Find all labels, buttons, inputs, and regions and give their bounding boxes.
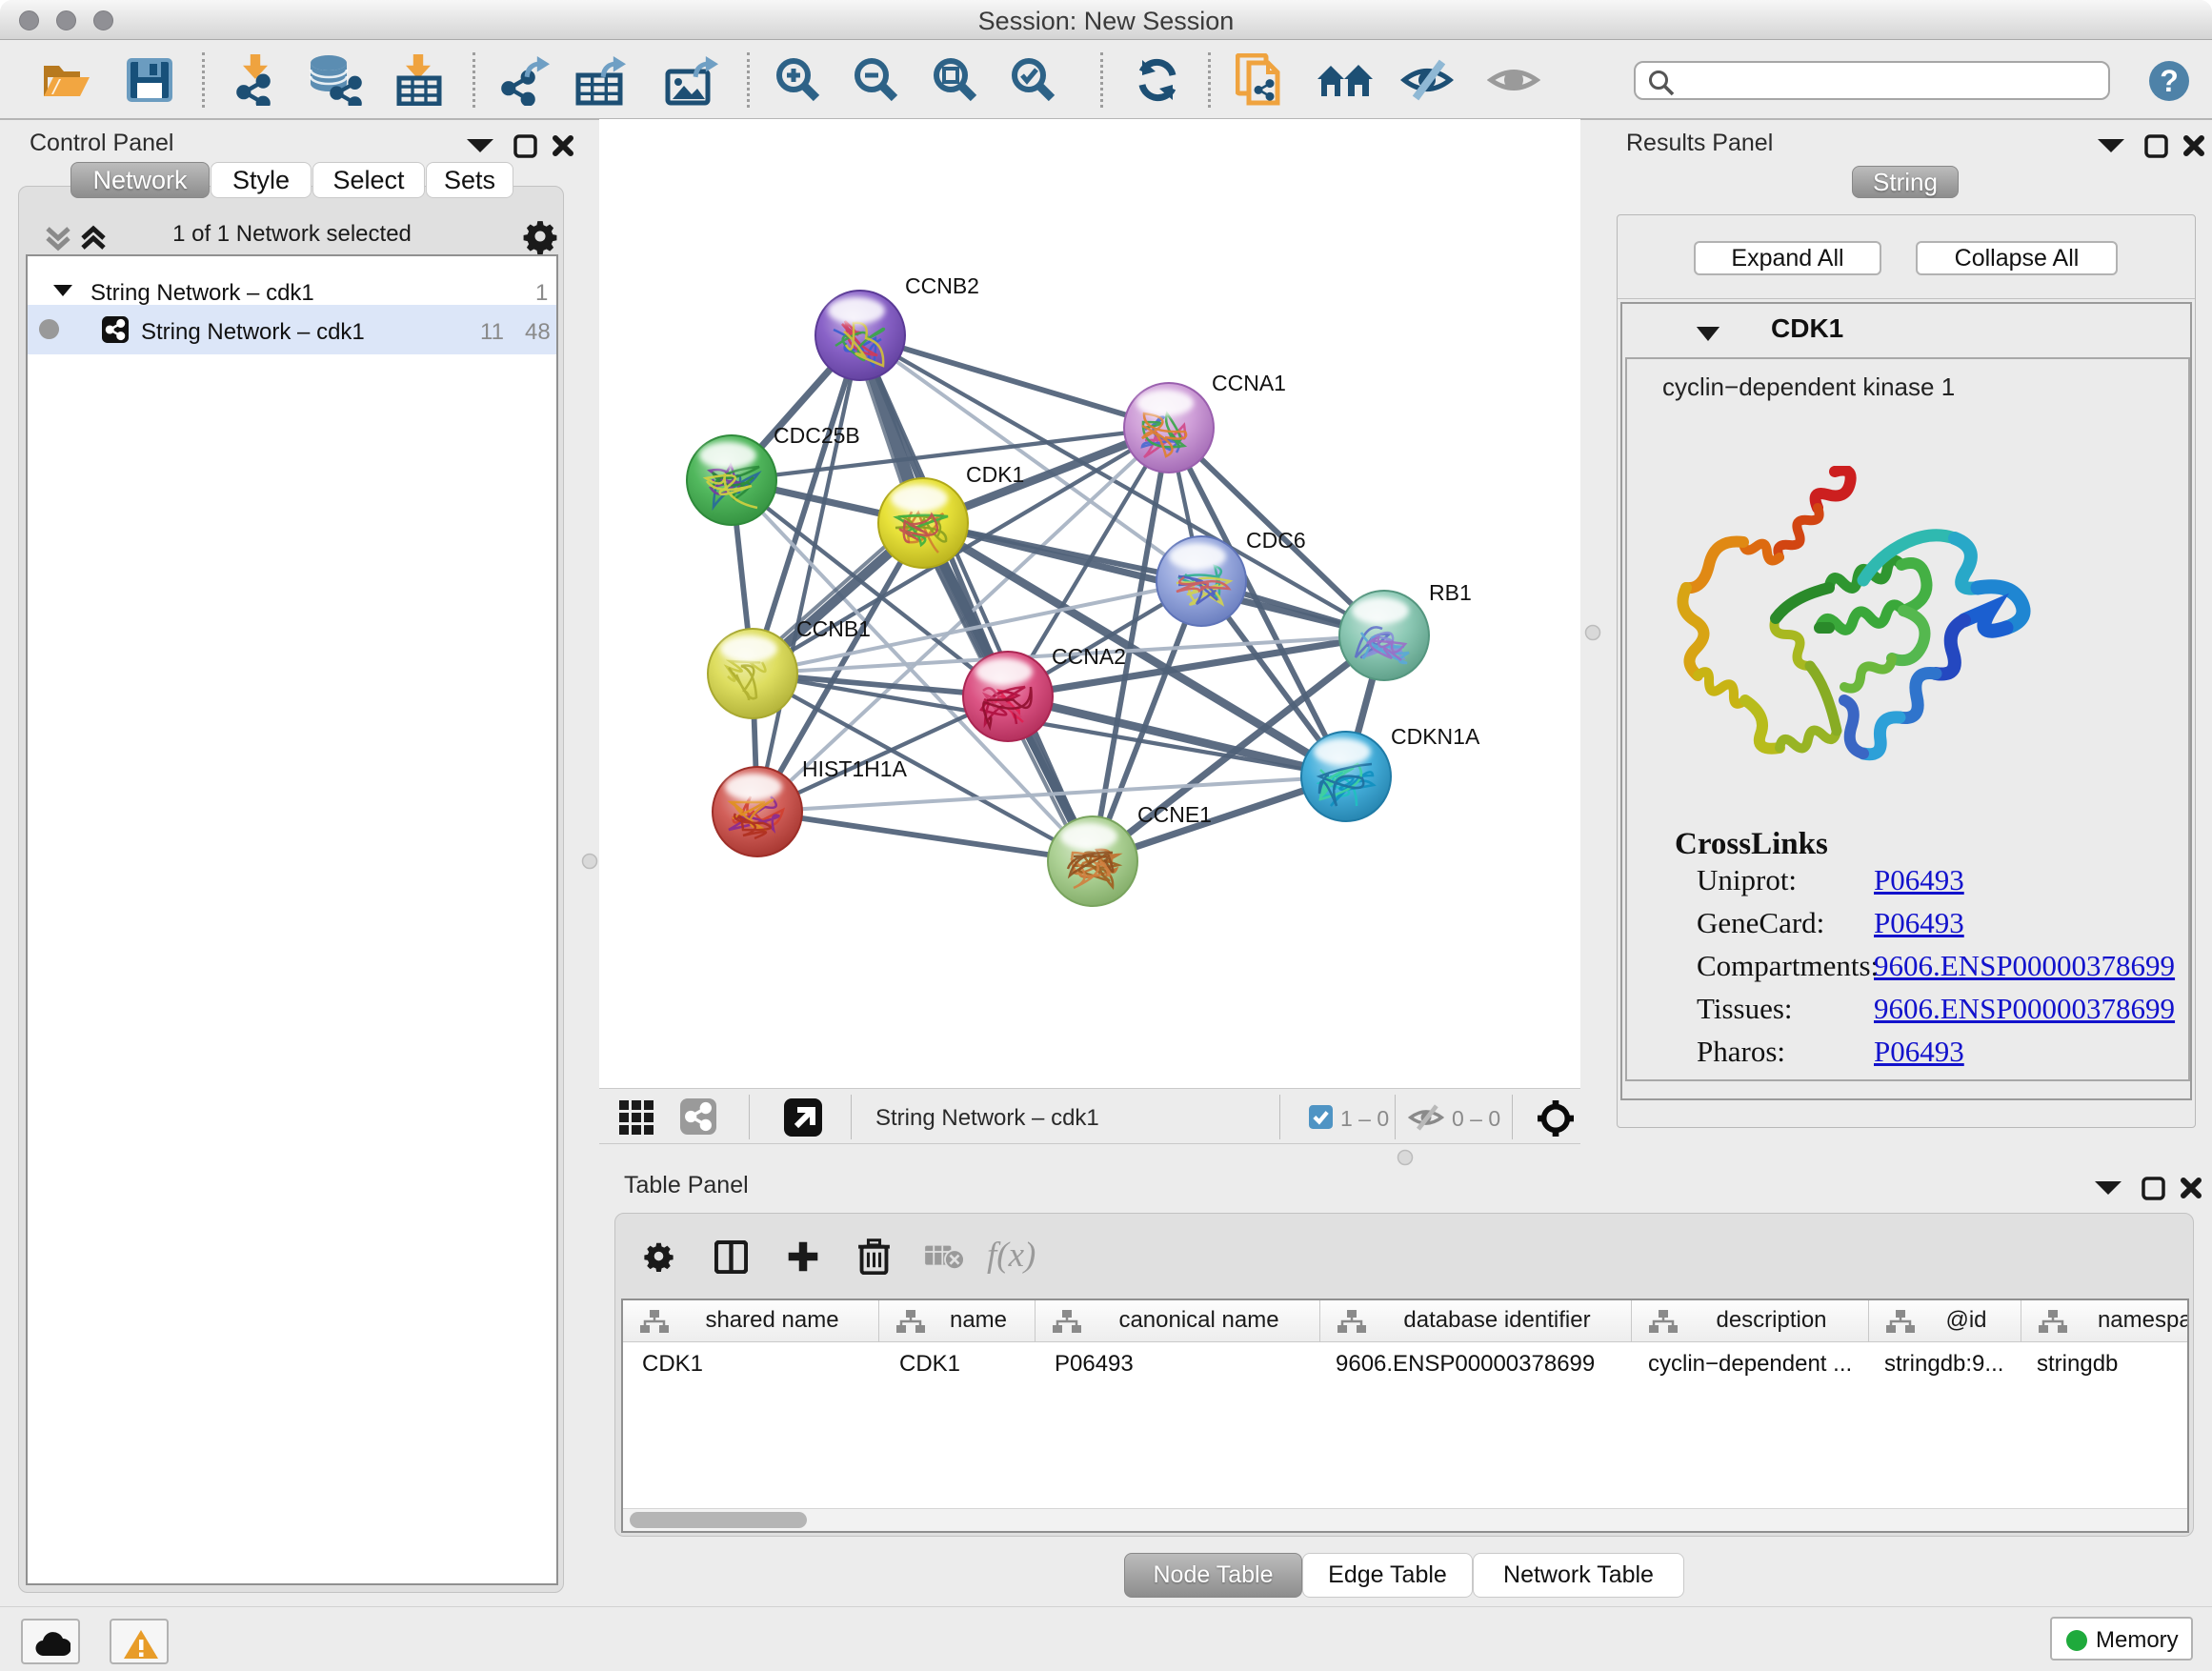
svg-text:CCNB1: CCNB1 [796, 616, 871, 641]
svg-text:RB1: RB1 [1429, 580, 1472, 605]
svg-text:?: ? [2160, 64, 2179, 98]
svg-text:CDKN1A: CDKN1A [1391, 724, 1480, 749]
svg-text:CDK1: CDK1 [966, 462, 1024, 487]
svg-text:CCNA1: CCNA1 [1212, 371, 1286, 395]
svg-text:HIST1H1A: HIST1H1A [802, 756, 908, 781]
svg-text:CCNA2: CCNA2 [1052, 644, 1126, 669]
svg-text:CDC25B: CDC25B [774, 423, 860, 448]
svg-text:CCNE1: CCNE1 [1137, 802, 1212, 827]
svg-text:CDC6: CDC6 [1246, 528, 1306, 553]
svg-text:CCNB2: CCNB2 [905, 273, 979, 298]
